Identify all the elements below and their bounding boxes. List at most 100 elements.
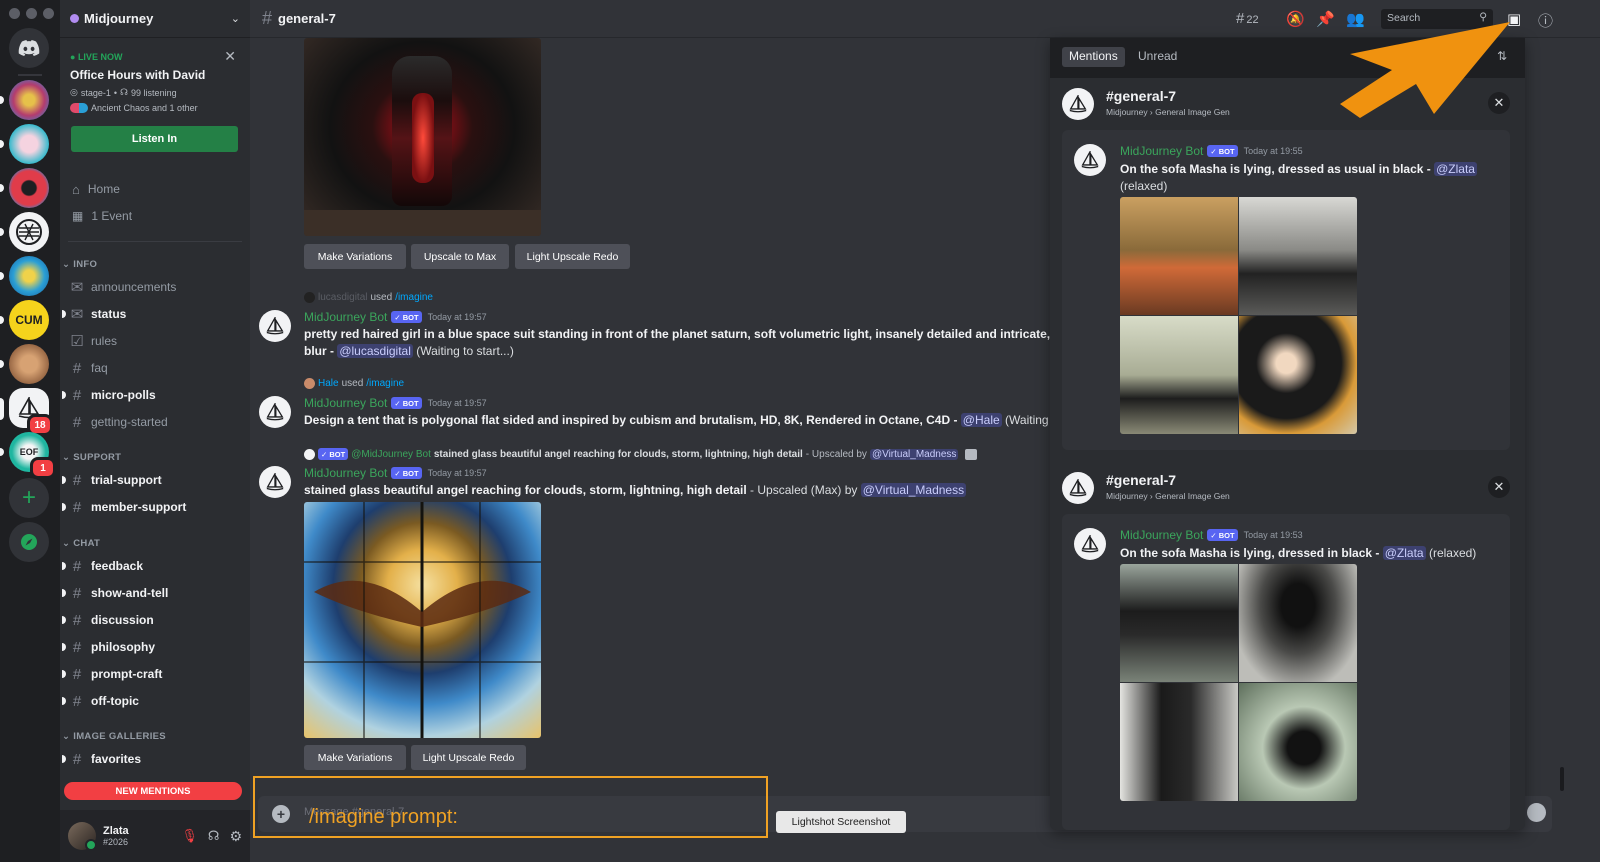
category-image-galleries[interactable]: ⌄ IMAGE GALLERIES [62,731,166,742]
notification-muted-icon[interactable]: 🔕 [1286,10,1305,28]
author-name: MidJourney Bot [1120,528,1204,542]
hash-icon: # [72,386,82,404]
scrollbar[interactable] [1560,767,1564,791]
avatar[interactable] [68,822,97,851]
generated-image[interactable] [304,502,541,738]
channel-discussion[interactable]: # discussion [62,610,240,630]
threads-icon[interactable]: #22 [1236,10,1259,27]
user-mention[interactable]: @Hale [960,413,1002,427]
category-support[interactable]: ⌄ SUPPORT [62,452,121,463]
reply-reference[interactable]: ✓ BOT @MidJourney Bot stained glass beau… [304,448,978,460]
channel-show-and-tell[interactable]: # show-and-tell [62,583,240,603]
server-cum-icon[interactable]: CUM [9,300,49,340]
server-cat-icon[interactable] [9,344,49,384]
channel-feedback[interactable]: # feedback [62,556,240,576]
window-zoom-dot[interactable] [43,8,54,19]
channel-micro-polls[interactable]: # micro-polls [62,385,240,405]
guild-header[interactable]: Midjourney ⌄ [60,0,250,38]
window-minimize-dot[interactable] [26,8,37,19]
avatar [304,448,315,460]
author-name[interactable]: MidJourney Bot [304,396,387,410]
discord-home-icon[interactable] [9,28,49,68]
inbox-channel-name: #general-7 [1106,88,1177,104]
emoji-icon[interactable] [1527,803,1546,822]
channel-rules[interactable]: ☑ rules [70,331,240,351]
thread-hash-icon: # [72,665,82,683]
server-owl-icon[interactable] [9,80,49,120]
category-chat[interactable]: ⌄ CHAT [62,538,100,549]
inbox-channel-header[interactable]: #general-7 Midjourney › General Image Ge… [1062,468,1512,508]
server-prague-icon[interactable] [9,124,49,164]
message-content: On the sofa Masha is lying, dressed as u… [1120,162,1477,193]
checkbox-icon: ☑ [70,333,84,350]
bot-badge: ✓ BOT [318,448,349,460]
avatar [304,292,315,303]
channel-status[interactable]: ✉ status [62,304,240,324]
channel-off-topic[interactable]: # off-topic [62,691,240,711]
bot-avatar [1074,528,1106,560]
tab-mentions[interactable]: Mentions [1062,47,1125,67]
thread-hash-icon: # [72,638,82,656]
user-mention[interactable]: @lucasdigital [337,344,413,358]
avatar [1062,472,1094,504]
generated-image-grid[interactable] [1120,197,1357,434]
megaphone-icon: ✉ [70,279,84,296]
channel-getting-started[interactable]: # getting-started [70,412,240,432]
close-icon[interactable]: ✕ [224,48,236,65]
headphones-icon[interactable]: ☊ [208,828,220,844]
user-mention[interactable]: @Virtual_Madness [860,483,967,497]
inbox-channel-name: #general-7 [1106,472,1177,488]
light-upscale-redo-button[interactable]: Light Upscale Redo [411,745,526,770]
listen-in-button[interactable]: Listen In [71,126,238,152]
message-content: Design a tent that is polygonal flat sid… [304,413,1052,427]
light-upscale-redo-button[interactable]: Light Upscale Redo [515,244,630,269]
server-bird-icon[interactable] [9,256,49,296]
server-target-icon[interactable] [9,168,49,208]
upscale-to-max-button[interactable]: Upscale to Max [411,244,509,269]
gear-icon[interactable]: ⚙ [229,828,242,845]
chevron-down-icon: ⌄ [62,538,71,549]
timestamp: Today at 19:57 [427,468,487,478]
channel-philosophy[interactable]: # philosophy [62,637,240,657]
stage-icon: ◎ [70,87,78,97]
add-server-icon[interactable]: + [9,478,49,518]
window-close-dot[interactable] [9,8,20,19]
timestamp: Today at 19:57 [427,398,487,408]
close-icon[interactable]: ✕ [1488,476,1510,498]
bot-avatar[interactable] [259,396,291,428]
channel-announcements[interactable]: ✉ announcements [70,277,240,297]
explore-compass-icon[interactable] [9,522,49,562]
channel-prompt-craft[interactable]: # prompt-craft [62,664,240,684]
bot-avatar[interactable] [259,310,291,342]
hash-icon: # [72,359,82,377]
calendar-icon: ▦ [72,209,84,223]
make-variations-button[interactable]: Make Variations [304,745,406,770]
author-name[interactable]: MidJourney Bot [304,466,387,480]
make-variations-button[interactable]: Make Variations [304,244,406,269]
channel-faq[interactable]: # faq [70,358,240,378]
inbox-message-card[interactable]: MidJourney Bot ✓ BOT Today at 19:53 On t… [1062,514,1510,830]
avatar [304,378,315,389]
nav-home[interactable]: ⌂ Home [72,178,240,200]
channel-favorites[interactable]: # favorites [62,749,240,769]
author-name[interactable]: MidJourney Bot [304,310,387,324]
author-name: MidJourney Bot [1120,144,1204,158]
live-now-label: ● LIVE NOW [70,52,123,62]
mic-muted-icon[interactable]: 🎙 [181,828,198,844]
server-circuit-icon[interactable] [9,212,49,252]
help-icon[interactable]: ⓘ [1538,10,1553,31]
avatar [1062,88,1094,120]
category-info[interactable]: ⌄ INFO [62,259,97,270]
bot-avatar[interactable] [259,466,291,498]
new-mentions-bar[interactable]: NEW MENTIONS [64,782,242,800]
tab-unread[interactable]: Unread [1131,47,1184,67]
thread-hash-icon: # [72,611,82,629]
generated-image[interactable] [304,38,541,236]
generated-image-grid[interactable] [1120,564,1357,801]
hash-icon: # [72,413,82,431]
nav-events[interactable]: ▦ 1 Event [72,205,240,227]
command-reply-line: Hale used /imagine [304,378,404,389]
channel-trial-support[interactable]: # trial-support [62,470,240,490]
inbox-message-card[interactable]: MidJourney Bot ✓ BOT Today at 19:55 On t… [1062,130,1510,450]
channel-member-support[interactable]: # member-support [62,497,240,517]
